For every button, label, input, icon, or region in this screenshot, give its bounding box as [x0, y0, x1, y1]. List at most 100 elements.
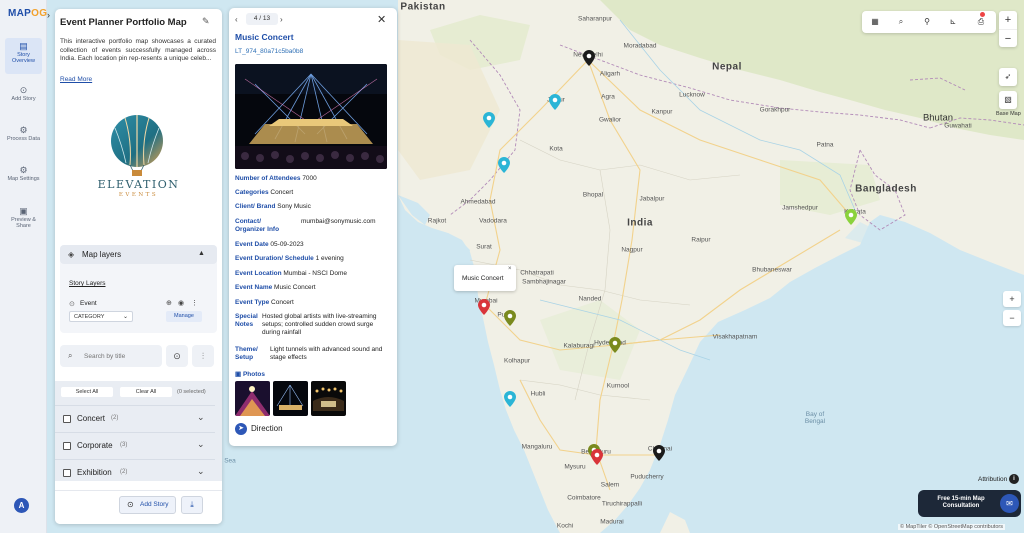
- rail-process-data[interactable]: ⚙ Process Data: [5, 122, 42, 158]
- search-icon: ⌕: [68, 351, 73, 360]
- field-label-line: Contact/: [235, 218, 261, 225]
- popup-location-id[interactable]: LT_974_80a71c5ba0b8: [235, 48, 303, 55]
- mapog-logo[interactable]: MAPOG: [8, 8, 47, 19]
- photo-thumbnail[interactable]: [311, 381, 346, 416]
- map-pin-icon[interactable]: [549, 94, 561, 110]
- checkbox[interactable]: [63, 415, 71, 423]
- map-label-kurnool: Kurnool: [606, 382, 630, 390]
- attribution-label: Attribution: [978, 476, 1008, 483]
- photo-thumbnail[interactable]: [235, 381, 270, 416]
- edit-pencil-icon[interactable]: ✎: [202, 16, 210, 27]
- category-row-concert[interactable]: Concert (2) ⌄: [55, 405, 215, 431]
- info-icon[interactable]: i: [1009, 474, 1019, 484]
- category-row-exhibition[interactable]: Exhibition (2) ⌄: [55, 459, 215, 485]
- map-label-lucknow: Lucknow: [679, 91, 705, 99]
- map-label-jamshedpur: Jamshedpur: [782, 204, 818, 212]
- map-label-aligarh: Aligarh: [599, 70, 621, 78]
- map-label-jabalpur: Jabalpur: [639, 195, 665, 203]
- side-zoom-out-button[interactable]: −: [1003, 310, 1021, 326]
- eye-icon[interactable]: ◉: [178, 299, 184, 307]
- chevron-up-icon[interactable]: ▲: [198, 250, 205, 257]
- map-label-pakistan: Pakistan: [400, 1, 446, 13]
- location-icon[interactable]: ⚲: [921, 16, 933, 28]
- map-label-moradabad: Moradabad: [623, 42, 657, 50]
- rail-map-settings[interactable]: ⚙ Map Settings: [5, 162, 42, 198]
- category-row-corporate[interactable]: Corporate (3) ⌄: [55, 432, 215, 458]
- map-label-puducherry: Puducherry: [630, 473, 664, 481]
- search-icon[interactable]: ⌕: [895, 16, 907, 28]
- map-pin-icon[interactable]: [609, 337, 621, 353]
- pin-icon: ⊙: [127, 500, 134, 509]
- zoom-to-layer-icon[interactable]: ⊕: [166, 299, 172, 307]
- map-label-kanpur: Kanpur: [651, 108, 673, 116]
- clear-all-button[interactable]: Clear All: [120, 387, 172, 397]
- close-icon[interactable]: ×: [508, 266, 512, 272]
- rail-map-settings-label: Map Settings: [7, 175, 40, 182]
- category-select[interactable]: CATEGORY ⌄: [69, 311, 133, 322]
- user-avatar[interactable]: A: [14, 498, 29, 513]
- chevron-down-icon[interactable]: ⌄: [197, 466, 205, 477]
- measure-icon[interactable]: ⊾: [947, 16, 959, 28]
- manage-button[interactable]: Manage: [166, 311, 202, 322]
- close-icon[interactable]: ✕: [377, 13, 386, 26]
- map-layers-header[interactable]: ◈ Map layers ▲: [60, 245, 217, 264]
- map-pin-icon[interactable]: [583, 50, 595, 66]
- search-input[interactable]: [84, 350, 158, 362]
- rail-preview-share[interactable]: ▣ Preview & Share: [5, 203, 42, 239]
- filter-sliders-button[interactable]: ⫶: [192, 345, 214, 367]
- field-label-line: Organizer Info: [235, 226, 280, 233]
- locate-pin-button[interactable]: ⊙: [166, 345, 188, 367]
- map-label-mangaluru: Mangaluru: [521, 443, 553, 451]
- story-layers-tab[interactable]: Story Layers: [69, 280, 106, 287]
- zoom-out-button[interactable]: −: [999, 29, 1017, 47]
- chevron-left-icon[interactable]: ‹: [235, 15, 238, 24]
- map-view-icon[interactable]: ▦: [869, 16, 881, 28]
- map-pin-icon[interactable]: [483, 112, 495, 128]
- collapse-chevron-icon[interactable]: ›: [47, 10, 53, 22]
- select-all-button[interactable]: Select All: [61, 387, 113, 397]
- map-pin-icon[interactable]: [591, 449, 603, 465]
- add-story-button[interactable]: ⊙ Add Story: [119, 496, 176, 514]
- more-vertical-icon[interactable]: ⋮: [191, 299, 198, 307]
- category-name: Exhibition: [77, 468, 112, 477]
- category-count: (2): [111, 415, 119, 421]
- story-panel: Event Planner Portfolio Map ✎ This inter…: [55, 9, 222, 524]
- field-value: 05-09-2023: [270, 241, 304, 248]
- map-label-gwalior: Gwalior: [598, 116, 622, 124]
- checkbox[interactable]: [63, 442, 71, 450]
- concert-photo[interactable]: [235, 64, 387, 169]
- rail-add-story[interactable]: ⊙ Add Story: [5, 82, 42, 118]
- map-label-ahmedabad: Ahmedabad: [460, 198, 496, 206]
- chat-icon[interactable]: ✉: [1000, 494, 1019, 513]
- checkbox[interactable]: [63, 469, 71, 477]
- photo-thumbnail[interactable]: [273, 381, 308, 416]
- read-more-link[interactable]: Read More: [60, 76, 92, 83]
- field-label: Event Duration/ Schedule: [235, 255, 314, 262]
- consultation-banner[interactable]: Free 15-min Map Consultation ✉: [918, 490, 1021, 517]
- category-select-value: CATEGORY: [74, 314, 105, 320]
- base-map-icon[interactable]: ▧: [999, 91, 1017, 109]
- compass-icon[interactable]: ➶: [999, 68, 1017, 86]
- chevron-down-icon[interactable]: ⌄: [197, 439, 205, 450]
- rail-story-overview[interactable]: ▤ Story Overview: [5, 38, 42, 74]
- field-label: Number of Attendees: [235, 175, 301, 182]
- zoom-in-button[interactable]: +: [999, 11, 1017, 29]
- direction-button[interactable]: ➤ Direction: [235, 421, 305, 437]
- map-pin-icon[interactable]: [653, 445, 665, 461]
- map-label-kota: Kota: [549, 145, 563, 153]
- download-icon[interactable]: ⤓: [181, 496, 203, 514]
- chevron-down-icon[interactable]: ⌄: [197, 412, 205, 423]
- map-label-agra: Agra: [601, 93, 615, 101]
- map-label-madurai: Madurai: [600, 518, 624, 526]
- pin-icon: ⊙: [19, 85, 28, 95]
- side-zoom-in-button[interactable]: +: [1003, 291, 1021, 307]
- map-pin-icon[interactable]: [498, 157, 510, 173]
- field-date: Event Date 05-09-2023: [235, 241, 391, 249]
- map-pin-icon[interactable]: [478, 299, 490, 315]
- map-pin-icon[interactable]: [845, 209, 857, 225]
- category-count: (3): [120, 442, 128, 448]
- print-icon[interactable]: ⎙: [975, 16, 987, 28]
- map-pin-icon[interactable]: [504, 391, 516, 407]
- map-pin-icon[interactable]: [504, 310, 516, 326]
- chevron-right-icon[interactable]: ›: [280, 15, 283, 24]
